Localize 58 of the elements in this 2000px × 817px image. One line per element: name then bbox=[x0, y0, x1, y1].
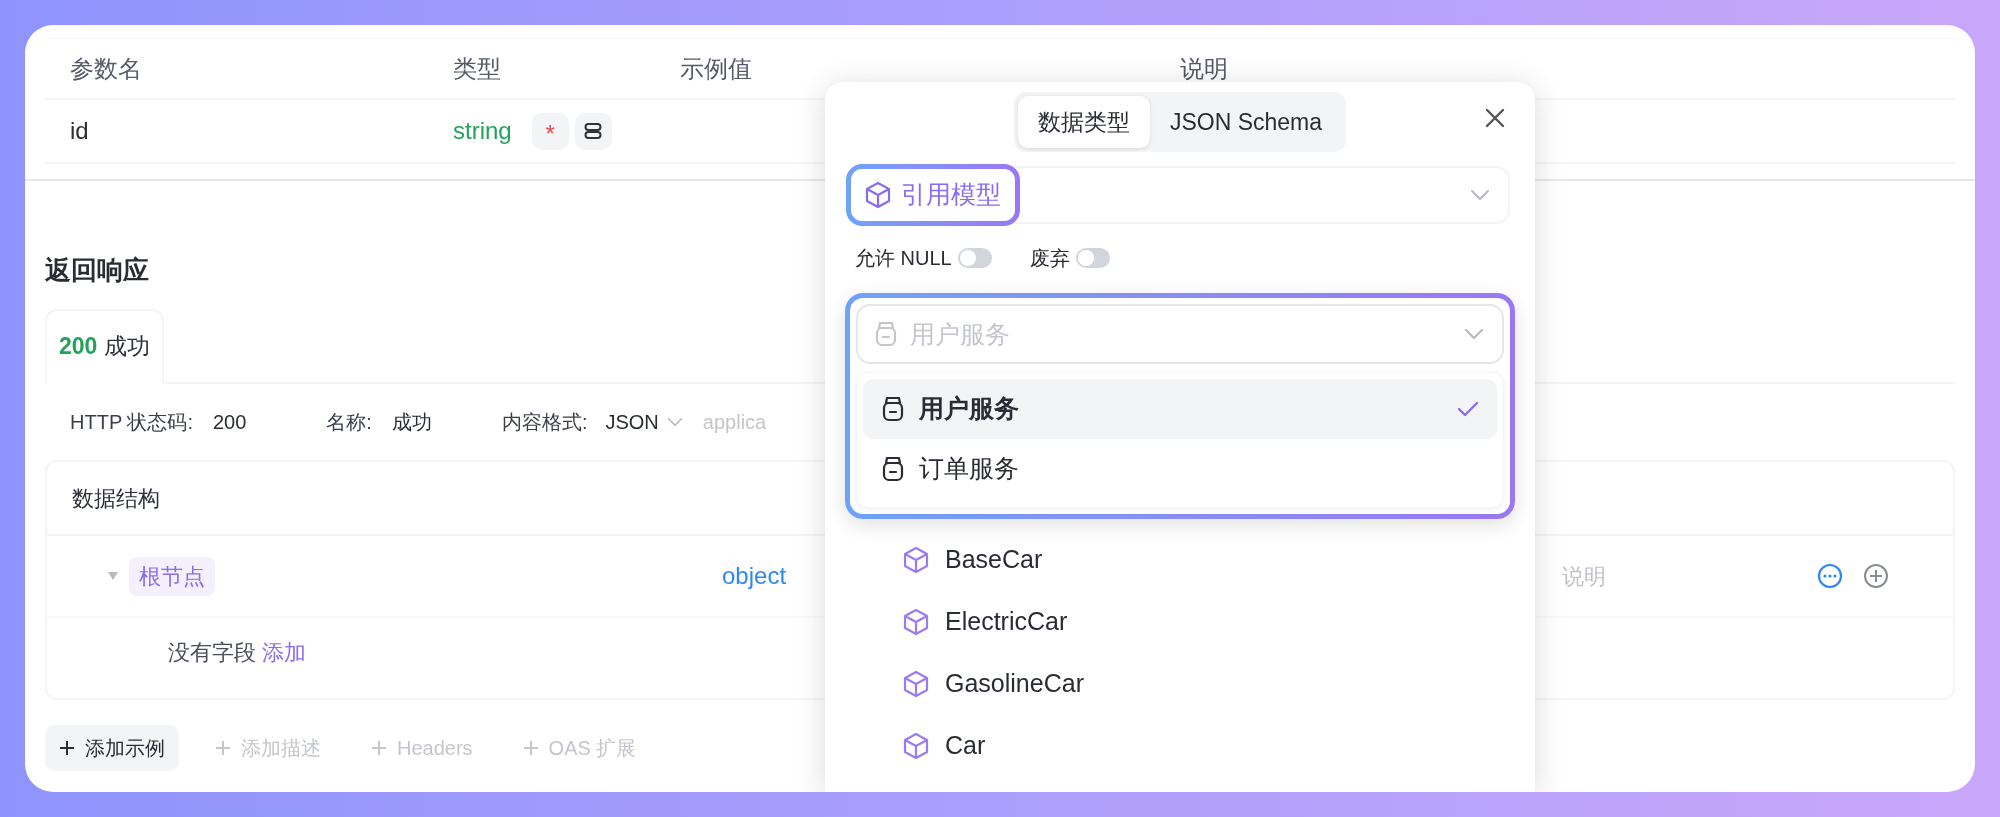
add-icon[interactable] bbox=[1863, 563, 1889, 589]
column-header: 参数名 bbox=[70, 54, 142, 82]
toggle-label: 允许 NULL bbox=[855, 246, 952, 271]
toggle-switch[interactable] bbox=[1075, 248, 1110, 268]
cube-icon bbox=[865, 181, 891, 209]
dropdown-option[interactable]: 用户服务 bbox=[863, 379, 1497, 439]
node-tag: 根节点 bbox=[129, 556, 215, 596]
close-icon[interactable] bbox=[1485, 108, 1505, 128]
cube-icon bbox=[903, 670, 929, 698]
chevron-down-icon bbox=[1464, 328, 1484, 340]
cube-icon bbox=[903, 732, 929, 760]
cube-icon bbox=[903, 546, 929, 574]
panel-title: 数据结构 bbox=[72, 484, 160, 513]
chevron-down-icon bbox=[666, 416, 683, 428]
type-label: object bbox=[722, 562, 787, 589]
cube-icon bbox=[903, 608, 929, 636]
caret-icon[interactable] bbox=[107, 571, 119, 581]
container-icon bbox=[881, 396, 905, 422]
toggle-label: 废弃 bbox=[1029, 246, 1070, 271]
field-label: 内容格式: bbox=[501, 410, 588, 435]
segment-tab[interactable]: 数据类型 bbox=[1017, 96, 1150, 148]
dropdown-option[interactable]: 订单服务 bbox=[863, 439, 1497, 499]
segment-tab[interactable]: JSON Schema bbox=[1149, 96, 1343, 148]
media-type-text: applica bbox=[702, 410, 767, 435]
model-item[interactable]: BaseCar bbox=[903, 529, 1535, 591]
container-icon bbox=[874, 321, 898, 347]
container-icon bbox=[881, 456, 905, 482]
plus-icon bbox=[59, 740, 75, 756]
plus-icon bbox=[215, 740, 231, 756]
section-title: 返回响应 bbox=[45, 255, 149, 285]
field-label: HTTP 状态码: bbox=[70, 410, 193, 435]
model-item[interactable]: ElectricCar bbox=[903, 591, 1535, 653]
table-cell: id bbox=[70, 117, 89, 144]
field-value: 200 bbox=[212, 410, 247, 435]
pills-icon bbox=[584, 122, 603, 140]
settings-badge[interactable] bbox=[574, 112, 612, 150]
check-icon bbox=[1457, 401, 1479, 417]
add-button[interactable]: 添加示例 bbox=[45, 725, 179, 771]
response-tab[interactable]: 200 成功 bbox=[45, 309, 164, 384]
toggle-switch[interactable] bbox=[957, 248, 992, 268]
column-header: 示例值 bbox=[680, 54, 752, 82]
plus-icon bbox=[522, 740, 539, 756]
field-value: 成功 bbox=[391, 410, 432, 435]
required-badge: * bbox=[531, 112, 569, 150]
field-value[interactable]: JSON bbox=[605, 407, 659, 437]
more-icon[interactable] bbox=[1817, 563, 1843, 589]
empty-message: 没有字段 bbox=[168, 639, 256, 667]
add-link[interactable]: 添加 bbox=[262, 636, 306, 669]
type-label: string bbox=[453, 116, 512, 146]
field-label: 名称: bbox=[326, 410, 372, 435]
chip-label: 引用模型 bbox=[901, 179, 1001, 211]
model-item[interactable]: GasolineCar bbox=[903, 653, 1535, 715]
chevron-down-icon bbox=[1470, 189, 1490, 201]
plus-icon bbox=[371, 740, 387, 756]
column-header: 说明 bbox=[1180, 54, 1228, 82]
model-item[interactable]: Car bbox=[903, 715, 1535, 777]
service-select[interactable]: 用户服务 bbox=[856, 304, 1504, 364]
column-header: 类型 bbox=[453, 54, 501, 82]
